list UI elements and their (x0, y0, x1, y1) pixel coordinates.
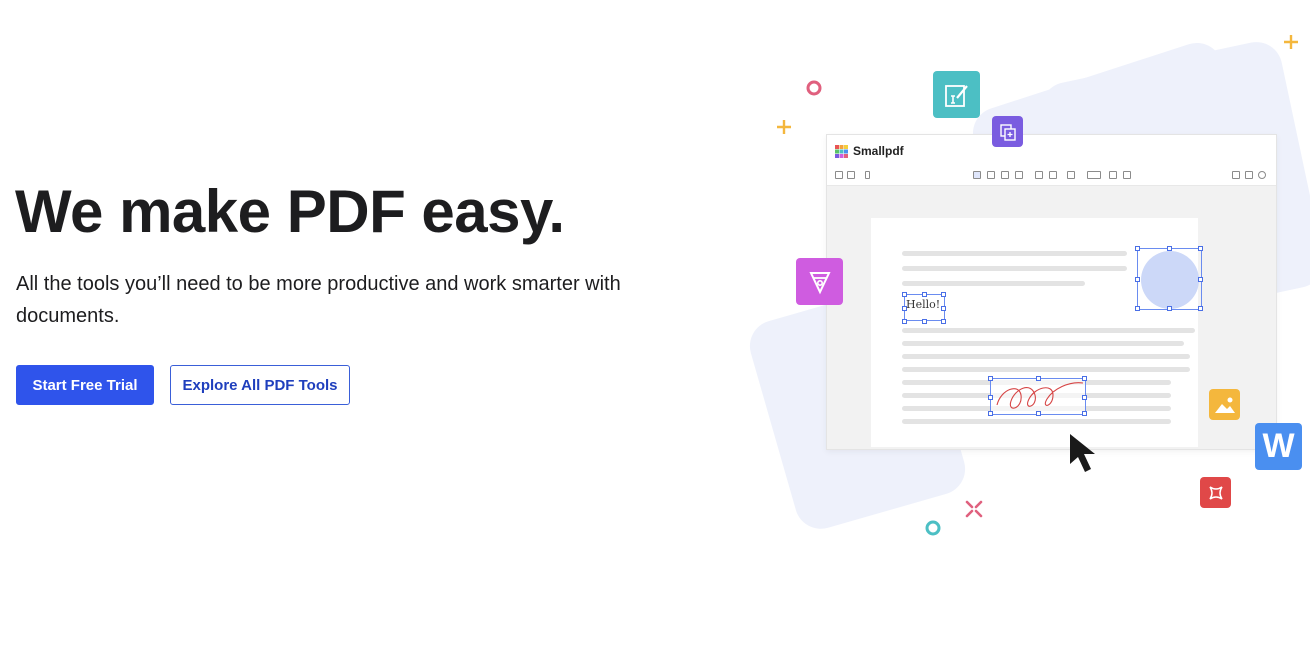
crop-icon (1200, 477, 1231, 508)
text-line (902, 328, 1195, 333)
resize-handle (922, 319, 927, 324)
resize-handle (902, 292, 907, 297)
document-page: Hello! (871, 218, 1203, 447)
redo-icon (1245, 171, 1253, 179)
signature-selection (988, 376, 1087, 416)
resize-handle (941, 292, 946, 297)
resize-handle (1082, 411, 1087, 416)
sign-tool-icon (1123, 171, 1131, 179)
rectangle-tool-icon (1067, 171, 1075, 179)
thumbnail-icon (835, 171, 843, 179)
ring-decoration-icon (925, 520, 941, 536)
text-line (902, 251, 1127, 256)
zoom-icon (1258, 171, 1266, 179)
resize-handle (941, 319, 946, 324)
resize-handle (988, 395, 993, 400)
highlight-tool-icon (1001, 171, 1009, 179)
resize-handle (1198, 277, 1203, 282)
color-picker-icon (1087, 171, 1101, 179)
pen-tool-icon (987, 171, 995, 179)
ellipse-shape-selection (1135, 246, 1203, 311)
resize-handle (988, 376, 993, 381)
resize-handle (1135, 306, 1140, 311)
resize-handle (1036, 376, 1041, 381)
resize-handle (1167, 306, 1172, 311)
text-line (902, 341, 1184, 346)
resize-handle (1135, 246, 1140, 251)
resize-handle (1082, 376, 1087, 381)
select-tool-icon (973, 171, 981, 179)
hero-subtitle: All the tools you’ll need to be more pro… (16, 273, 621, 327)
page-icon (847, 171, 855, 179)
shape-tool-icon (1049, 171, 1057, 179)
resize-handle (988, 411, 993, 416)
copy-pages-icon (992, 116, 1023, 147)
text-line (902, 281, 1085, 286)
undo-icon (1232, 171, 1240, 179)
smallpdf-logo-icon (835, 145, 848, 158)
plus-decoration-icon (777, 120, 791, 134)
resize-handle (1135, 277, 1140, 282)
image-tool-icon (1109, 171, 1117, 179)
resize-handle (1198, 306, 1203, 311)
resize-handle (1036, 411, 1041, 416)
text-line (902, 367, 1190, 372)
eraser-tool-icon (1015, 171, 1023, 179)
hero-title: We make PDF easy. (15, 178, 565, 245)
cursor-icon (1070, 434, 1095, 472)
word-icon: W (1255, 423, 1302, 470)
app-name: Smallpdf (853, 144, 904, 158)
text-tool-icon (1035, 171, 1043, 179)
edit-document-icon (933, 71, 980, 118)
text-line (902, 354, 1190, 359)
ring-decoration-icon (806, 80, 822, 96)
pen-nib-icon (796, 258, 843, 305)
split-icon (865, 171, 870, 179)
text-line (902, 266, 1127, 271)
explore-all-pdf-tools-button[interactable]: Explore All PDF Tools (170, 365, 350, 405)
x-decoration-icon (965, 500, 983, 518)
resize-handle (902, 319, 907, 324)
editor-toolbar (827, 167, 1276, 186)
resize-handle (922, 292, 927, 297)
resize-handle (941, 306, 946, 311)
resize-handle (1167, 246, 1172, 251)
start-free-trial-button[interactable]: Start Free Trial (16, 365, 154, 405)
ellipse-shape (1141, 251, 1199, 309)
resize-handle (1198, 246, 1203, 251)
resize-handle (1082, 395, 1087, 400)
app-titlebar: Smallpdf (827, 135, 1276, 167)
hello-text: Hello! (906, 298, 941, 311)
word-letter: W (1262, 427, 1295, 465)
image-icon (1209, 389, 1240, 420)
text-line (902, 419, 1171, 424)
plus-decoration-icon (1284, 35, 1298, 49)
